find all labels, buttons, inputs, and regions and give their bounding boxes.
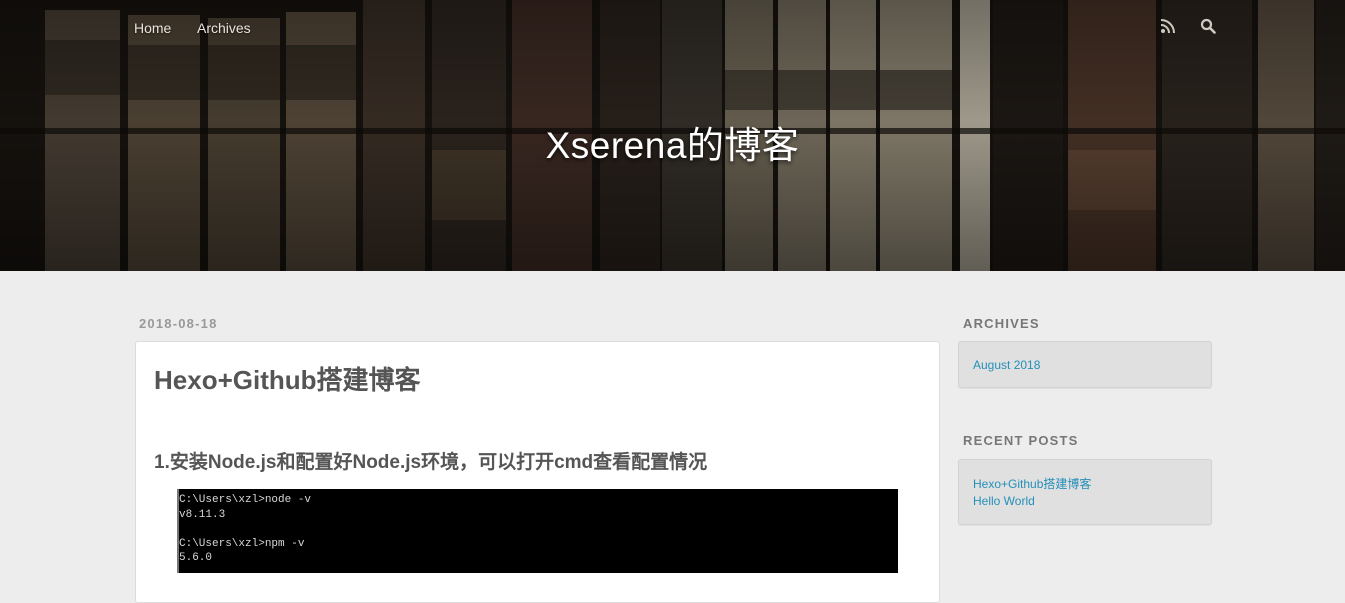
nav-home-link[interactable]: Home [134,20,171,36]
archives-widget: August 2018 [958,341,1212,388]
article-card: Hexo+Github搭建博客 1.安装Node.js和配置好Node.js环境… [135,341,940,603]
recent-post-link[interactable]: Hexo+Github搭建博客 [973,475,1091,492]
nav-archives-link[interactable]: Archives [197,20,251,36]
search-icon[interactable] [1200,18,1216,34]
archive-link-august-2018[interactable]: August 2018 [973,358,1040,372]
recent-post-link[interactable]: Hello World [973,494,1035,508]
cmd-line: C:\Users\xzl>node -v [179,494,312,506]
site-title[interactable]: Xserena的博客 [0,115,1345,169]
post-date[interactable]: 2018-08-18 [139,316,218,331]
recent-posts-widget: Hexo+Github搭建博客 Hello World [958,459,1212,525]
article-heading: 1.安装Node.js和配置好Node.js环境，可以打开cmd查看配置情况 [154,452,708,473]
cmd-line: 5.6.0 [179,552,213,565]
archives-widget-title: ARCHIVES [963,316,1040,331]
cmd-screenshot-image: C:\Users\xzl>node -v v8.11.3 C:\Users\xz… [177,489,898,573]
recent-posts-widget-title: RECENT POSTS [963,433,1079,448]
cmd-line: v8.11.3 [179,508,226,521]
rss-icon[interactable] [1160,18,1176,34]
header-banner: Home Archives Xserena的博客 [0,0,1345,271]
article-title[interactable]: Hexo+Github搭建博客 [154,360,421,397]
cmd-line [179,522,898,537]
cmd-line: C:\Users\xzl>npm -v [179,537,305,550]
